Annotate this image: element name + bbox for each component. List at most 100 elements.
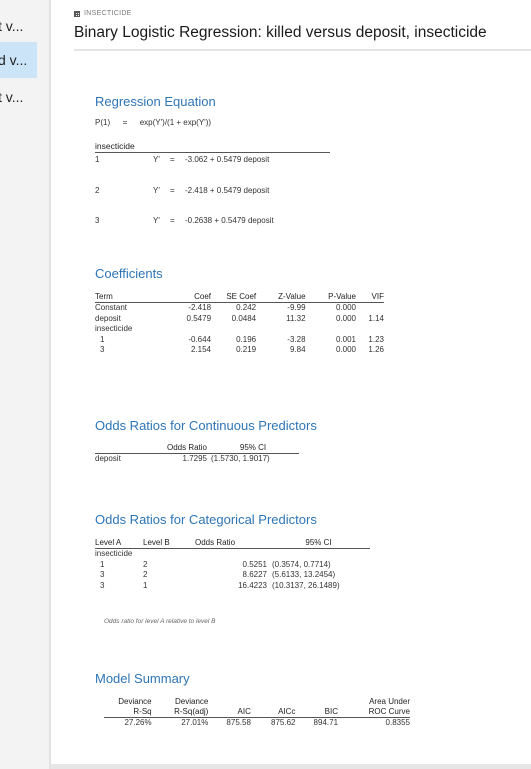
column-header: Odds Ratio	[151, 443, 207, 454]
odds-categorical-table: Level A Level B Odds Ratio 95% CI insect…	[95, 538, 370, 591]
formula-lhs: P(1)	[95, 118, 111, 127]
column-header: Z-Value	[256, 292, 306, 303]
table-row: 1 2 0.5251 (0.3574, 0.7714)	[95, 560, 370, 571]
table-icon	[74, 10, 80, 17]
column-header: ROC Curve	[338, 707, 410, 718]
table-row: 1 -0.644 0.196 -3.28 0.001 1.23	[95, 335, 384, 346]
column-header: R-Sq(adj)	[151, 707, 209, 718]
cell-term: 1	[100, 334, 105, 344]
column-header: Level A	[95, 538, 143, 549]
column-header: BIC	[295, 707, 339, 718]
column-header: Term	[95, 292, 164, 303]
table-header-row: Odds Ratio 95% CI	[95, 443, 299, 454]
cell-deviance-rsq-adj: 27.01%	[181, 718, 209, 727]
equation-y: Y'	[153, 155, 160, 164]
cell-se-coef: 0.242	[236, 303, 257, 312]
cell-ci: (0.3574, 0.7714)	[272, 559, 331, 569]
output-pane: INSECTICIDE Binary Logistic Regression: …	[51, 0, 531, 764]
equation-level: 3	[95, 216, 100, 225]
cell-z-value: -9.99	[287, 303, 306, 312]
title-divider	[74, 49, 531, 51]
cell-p-value	[306, 324, 356, 335]
cell-odds-ratio: 0.5251	[242, 559, 267, 569]
cell-level-b: 2	[143, 559, 148, 569]
probability-formula: P(1) = exp(Y')/(1 + exp(Y'))	[95, 118, 211, 127]
cell-coef: 0.5479	[186, 313, 212, 323]
cell-se-coef	[211, 324, 256, 335]
table-row: insecticide	[95, 324, 384, 335]
cell-level-b: 2	[143, 570, 148, 579]
table-row: 3 2.154 0.219 9.84 0.000 1.26	[95, 345, 384, 356]
equation-equals: =	[170, 186, 175, 195]
sidebar-item-3[interactable]: t v...	[0, 79, 37, 115]
column-header	[208, 697, 251, 707]
equation-equals: =	[170, 155, 175, 164]
cell-p-value: 0.000	[335, 303, 357, 312]
equation-expression: -2.418 + 0.5479 deposit	[185, 186, 270, 195]
table-row: 3 1 16.4223 (10.3137, 26.1489)	[95, 581, 370, 592]
column-header: Deviance	[118, 697, 152, 706]
cell-vif: 1.14	[368, 313, 384, 323]
cell-p-value: 0.000	[335, 313, 357, 323]
table-row: deposit 0.5479 0.0484 11.32 0.000 1.14	[95, 314, 384, 325]
cell-level-b: 1	[143, 580, 148, 590]
cell-se-coef: 0.219	[236, 345, 257, 354]
sidebar: t v... d v... t v...	[0, 0, 50, 769]
breadcrumb: INSECTICIDE	[74, 10, 132, 17]
table-header-row: Deviance Deviance Area Under	[104, 697, 410, 707]
cell-odds-ratio: 16.4223	[238, 580, 267, 590]
section-title-coefficients: Coefficients	[95, 266, 163, 281]
cell-ci: (1.5730, 1.9017)	[211, 454, 270, 463]
column-header: Level B	[143, 538, 195, 549]
equation-y: Y'	[153, 186, 160, 195]
cell-aicc: 875.62	[271, 718, 296, 727]
worksheet-name: INSECTICIDE	[84, 10, 132, 17]
model-summary-table: Deviance Deviance Area Under R-Sq R-Sq(a…	[104, 697, 410, 729]
column-header: P-Value	[305, 292, 357, 303]
cell-p-value: 0.000	[335, 345, 357, 354]
bottom-border	[51, 764, 531, 769]
cell-coef: -0.644	[188, 334, 212, 344]
formula-equals: =	[122, 118, 128, 127]
equation-level: 1	[95, 155, 100, 164]
equation-y: Y'	[153, 216, 160, 225]
cell-se-coef: 0.0484	[231, 313, 257, 323]
odds-ratio-note: Odds ratio for level A relative to level…	[104, 618, 216, 625]
coefficients-table: Term Coef SE Coef Z-Value P-Value VIF Co…	[95, 292, 384, 356]
table-row: 27.26% 27.01% 875.58 875.62 894.71 0.835…	[104, 718, 410, 729]
cell-odds-ratio: 8.6227	[242, 570, 267, 579]
column-header	[295, 697, 338, 707]
cell-roc-area: 0.8355	[385, 718, 410, 727]
equation-expression: -3.062 + 0.5479 deposit	[185, 155, 270, 164]
cell-aic: 875.58	[226, 718, 251, 727]
table-header-row: R-Sq R-Sq(adj) AIC AICc BIC ROC Curve	[104, 707, 410, 718]
section-title-odds-continuous: Odds Ratios for Continuous Predictors	[95, 418, 317, 433]
cell-level-a: 3	[100, 570, 105, 579]
cell-level-a: 1	[100, 559, 105, 569]
formula-rhs: exp(Y')/(1 + exp(Y'))	[139, 118, 212, 127]
column-header: 95% CI	[207, 443, 299, 454]
section-title-model-summary: Model Summary	[95, 671, 190, 686]
cell-coef	[164, 324, 211, 335]
column-header: AIC	[208, 707, 251, 718]
cell-odds-ratio: 1.7295	[182, 454, 207, 463]
cell-z-value	[256, 324, 305, 335]
cell-level-a: 3	[100, 580, 105, 590]
cell-se-coef: 0.196	[236, 334, 257, 344]
sidebar-item-1[interactable]: t v...	[0, 8, 37, 44]
table-row: Constant -2.418 0.242 -9.99 0.000	[95, 303, 384, 314]
cell-ci: (10.3137, 26.1489)	[272, 580, 340, 590]
cell-ci: (5.6133, 13.2454)	[272, 570, 336, 579]
cell-z-value: 9.84	[289, 345, 306, 354]
cell-coef: 2.154	[190, 345, 212, 354]
cell-group: insecticide	[95, 549, 133, 558]
cell-vif: 1.26	[368, 345, 384, 354]
sidebar-item-2[interactable]: d v...	[0, 42, 37, 78]
section-title-regression-equation: Regression Equation	[95, 94, 216, 109]
cell-vif: 1.23	[368, 334, 384, 344]
column-header: Odds Ratio	[195, 538, 267, 549]
column-header: VIF	[356, 292, 384, 303]
equation-expression: -0.2638 + 0.5479 deposit	[185, 216, 274, 225]
equation-group-header: insecticide	[95, 141, 330, 153]
cell-term: insecticide	[95, 324, 133, 333]
